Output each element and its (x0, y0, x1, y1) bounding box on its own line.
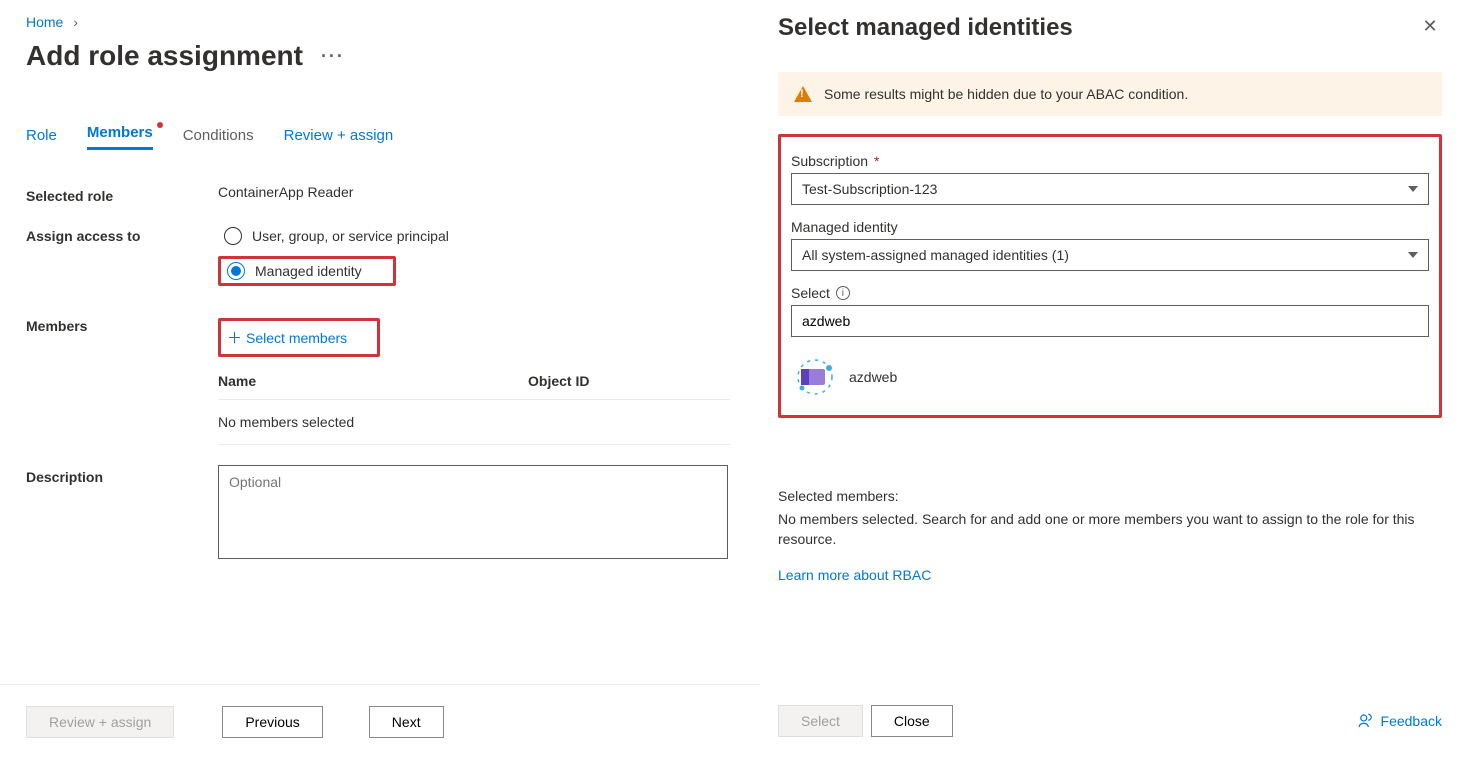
feedback-icon (1357, 712, 1375, 730)
chevron-down-icon (1408, 186, 1418, 192)
tab-conditions[interactable]: Conditions (183, 127, 254, 150)
tab-members-label: Members (87, 124, 153, 141)
subscription-dropdown[interactable]: Test-Subscription-123 (791, 173, 1429, 205)
warning-banner: Some results might be hidden due to your… (778, 72, 1442, 116)
members-label: Members (26, 314, 218, 334)
radio-label: Managed identity (255, 263, 362, 279)
radio-user-group-sp[interactable]: User, group, or service principal (218, 224, 730, 248)
chevron-down-icon (1408, 252, 1418, 258)
selected-members-section: Selected members: No members selected. S… (778, 488, 1442, 583)
tab-review-assign[interactable]: Review + assign (284, 127, 394, 150)
next-button[interactable]: Next (369, 706, 444, 738)
review-assign-button: Review + assign (26, 706, 174, 738)
radio-label: User, group, or service principal (252, 228, 449, 244)
info-icon[interactable]: i (836, 286, 850, 300)
breadcrumb: Home › (26, 14, 730, 30)
previous-button[interactable]: Previous (222, 706, 322, 738)
tab-members-indicator-icon (157, 122, 163, 128)
page-title-row: Add role assignment ··· (26, 40, 730, 72)
panel-bottom-bar: Select Close Feedback (760, 684, 1460, 758)
panel-close-button[interactable]: Close (871, 705, 953, 737)
radio-managed-identity[interactable]: Managed identity (218, 256, 396, 286)
members-table-header: Name Object ID (218, 373, 730, 400)
learn-more-rbac-link[interactable]: Learn more about RBAC (778, 567, 931, 583)
select-members-button[interactable]: ＋ Select members (218, 318, 380, 357)
selected-members-title: Selected members: (778, 488, 1442, 504)
select-members-label: Select members (246, 330, 347, 346)
subscription-label: Subscription* (791, 153, 1429, 169)
select-search-input[interactable] (791, 305, 1429, 337)
breadcrumb-home[interactable]: Home (26, 14, 63, 30)
description-input[interactable] (218, 465, 728, 559)
col-object-id-header: Object ID (528, 373, 730, 389)
members-table-empty: No members selected (218, 400, 730, 445)
description-label: Description (26, 465, 218, 485)
selected-members-text: No members selected. Search for and add … (778, 510, 1442, 549)
feedback-label: Feedback (1381, 713, 1442, 729)
managed-identity-value: All system-assigned managed identities (… (802, 247, 1069, 263)
col-name-header: Name (218, 373, 528, 389)
radio-icon (227, 262, 245, 280)
select-managed-identities-panel: Select managed identities ✕ Some results… (760, 0, 1460, 758)
form-block: Selected role ContainerApp Reader Assign… (26, 184, 730, 562)
feedback-link[interactable]: Feedback (1357, 712, 1442, 730)
panel-title: Select managed identities (778, 14, 1073, 42)
subscription-value: Test-Subscription-123 (802, 181, 937, 197)
plus-icon: ＋ (227, 327, 242, 348)
radio-icon (224, 227, 242, 245)
selected-role-value: ContainerApp Reader (218, 184, 730, 200)
assign-access-to-label: Assign access to (26, 224, 218, 244)
managed-identity-dropdown[interactable]: All system-assigned managed identities (… (791, 239, 1429, 271)
tab-members[interactable]: Members (87, 124, 153, 150)
selected-role-label: Selected role (26, 184, 218, 204)
tab-bar: Role Members Conditions Review + assign (26, 124, 730, 150)
select-label: Select i (791, 285, 1429, 301)
identity-result-item[interactable]: azdweb (791, 353, 1429, 401)
identity-filter-box: Subscription* Test-Subscription-123 Mana… (778, 134, 1442, 418)
main-content: Home › Add role assignment ··· Role Memb… (0, 0, 730, 758)
warning-text: Some results might be hidden due to your… (824, 86, 1188, 102)
managed-identity-label: Managed identity (791, 219, 1429, 235)
chevron-right-icon: › (73, 14, 78, 30)
identity-result-name: azdweb (849, 369, 897, 385)
panel-select-button: Select (778, 705, 863, 737)
close-icon[interactable]: ✕ (1418, 14, 1442, 38)
more-actions-button[interactable]: ··· (321, 46, 345, 67)
page-title: Add role assignment (26, 40, 303, 72)
container-app-icon (795, 357, 835, 397)
tab-role[interactable]: Role (26, 127, 57, 150)
warning-icon (794, 86, 812, 102)
